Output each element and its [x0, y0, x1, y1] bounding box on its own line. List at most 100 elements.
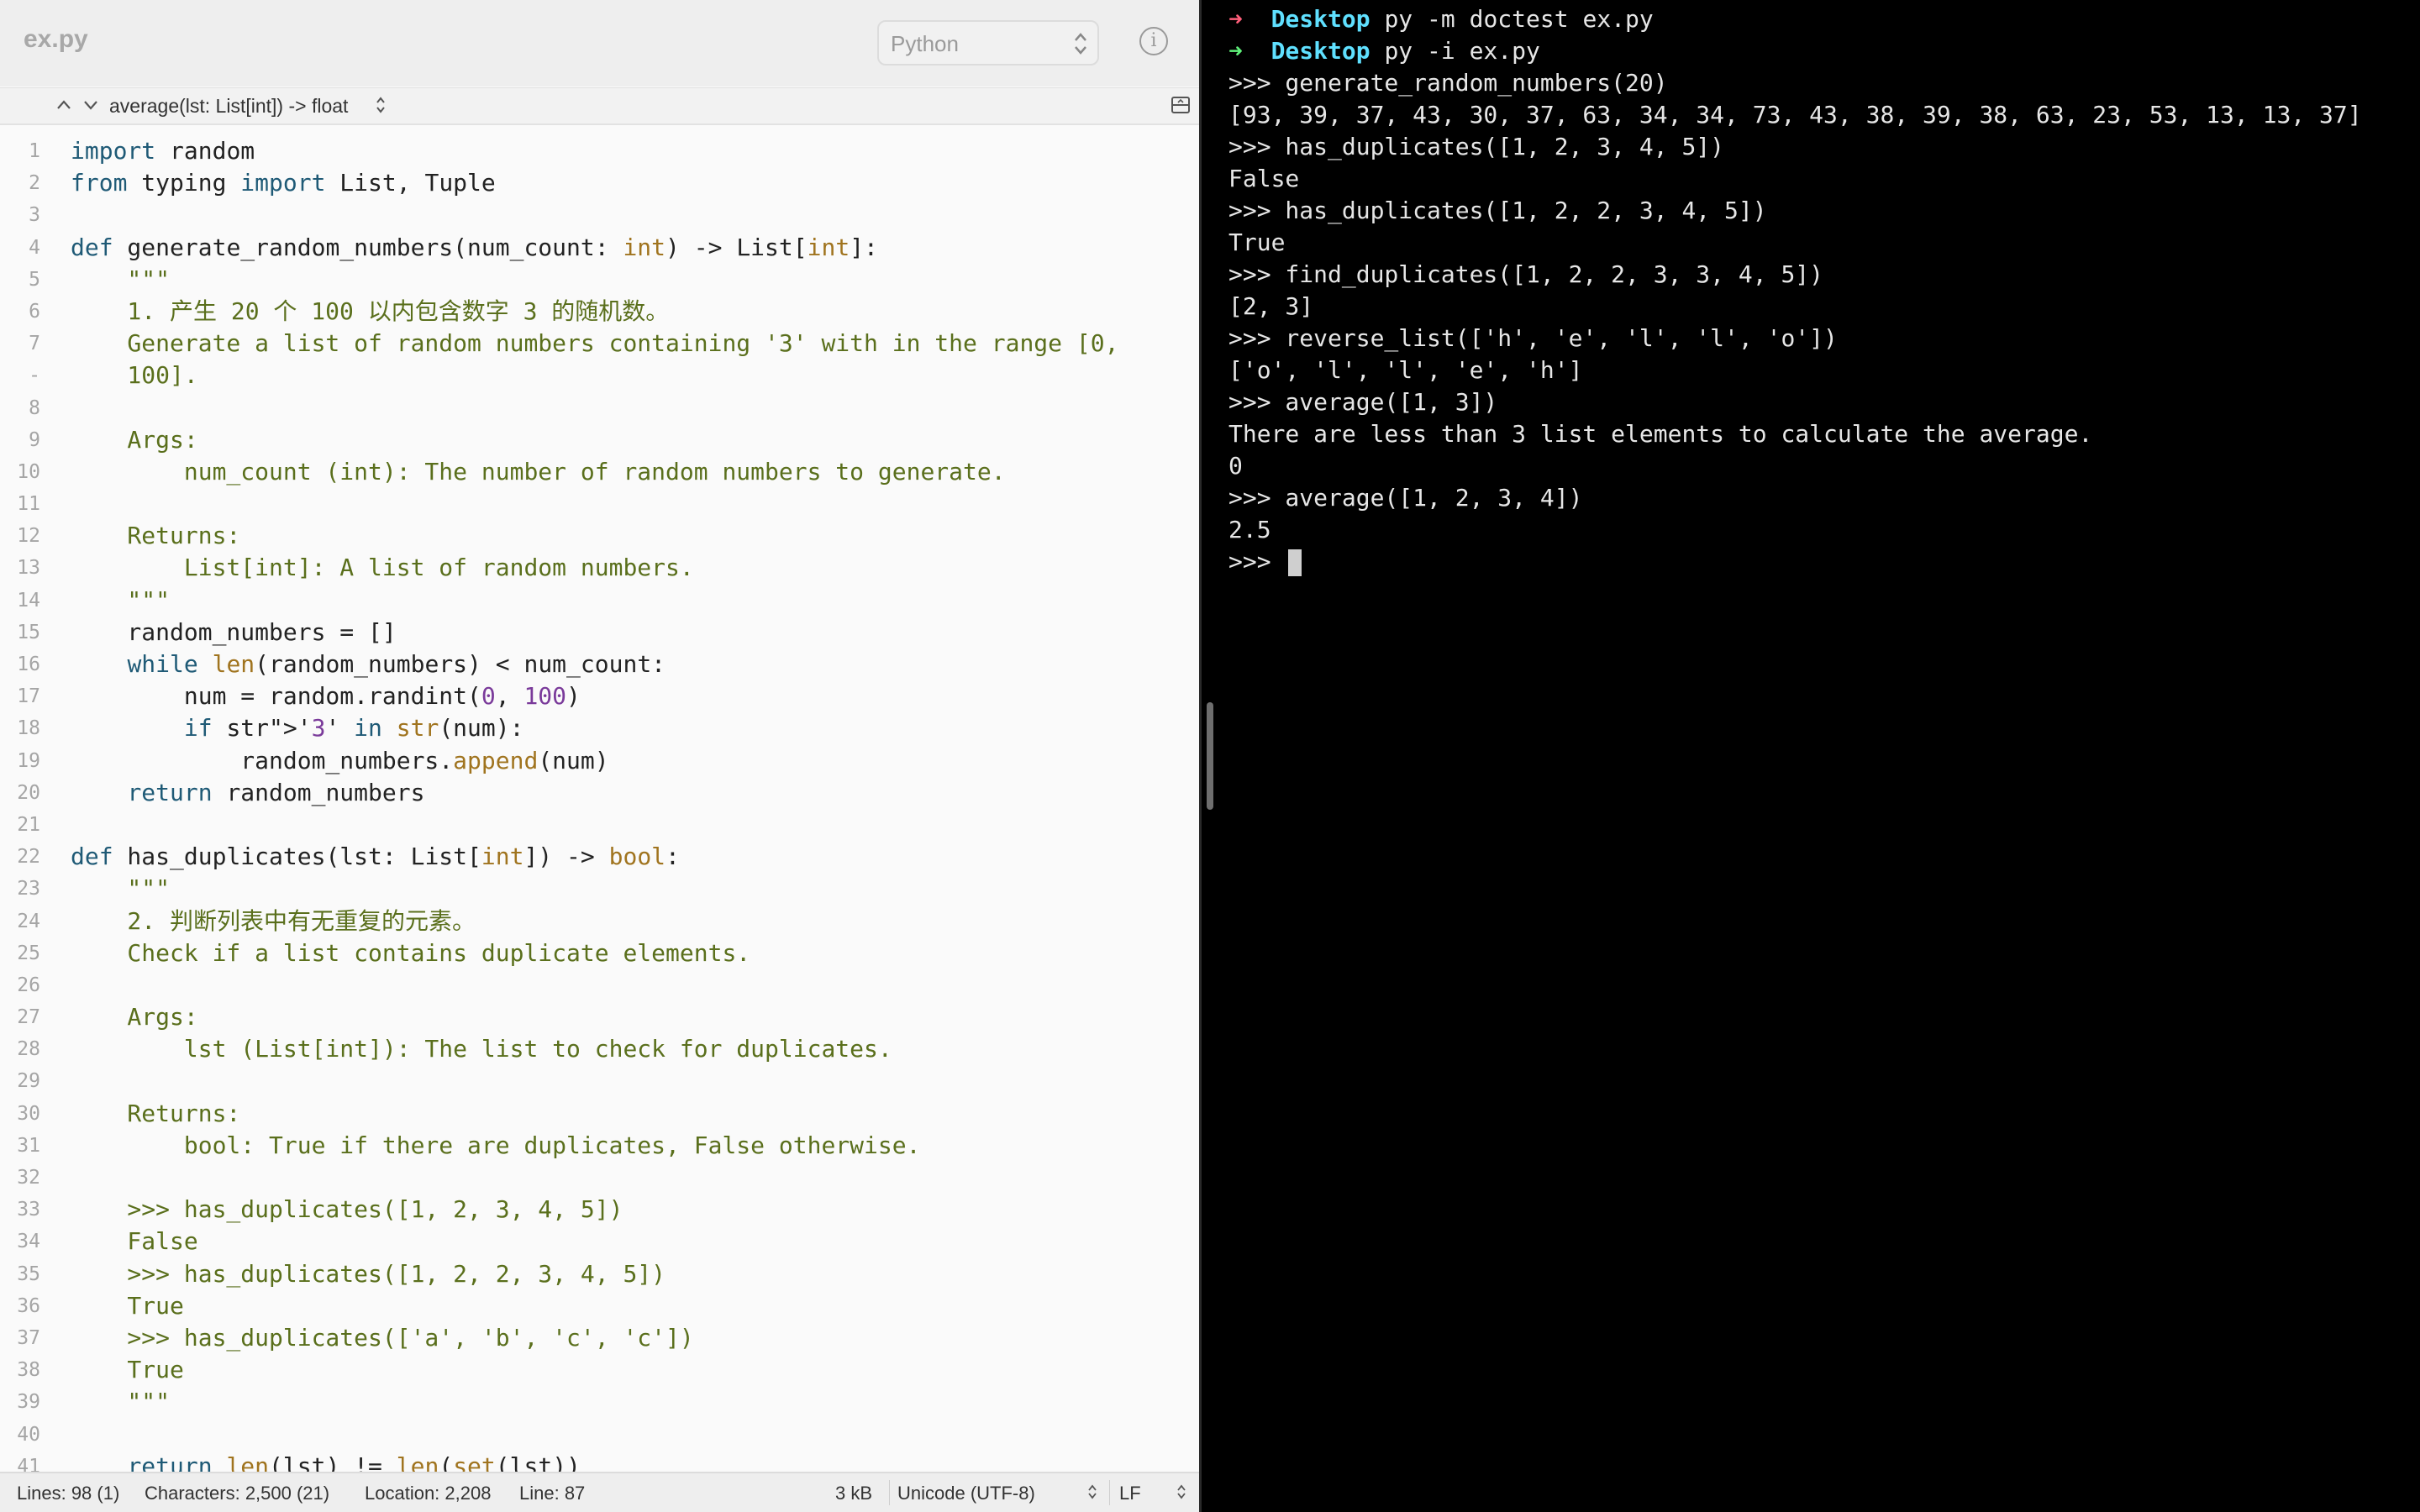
code-line[interactable]: 17 num = random.randint(0, 100)	[0, 680, 1199, 712]
line-number: 36	[17, 1294, 40, 1317]
line-number: 41	[17, 1455, 40, 1473]
code-text: random_numbers.append(num)	[71, 746, 609, 774]
code-line[interactable]: 40	[0, 1419, 1199, 1451]
code-line[interactable]: 39 """	[0, 1386, 1199, 1418]
terminal-line: 2.5	[1228, 516, 1271, 543]
code-line[interactable]: 3	[0, 199, 1199, 231]
code-line[interactable]: 38 True	[0, 1354, 1199, 1386]
line-number: 14	[17, 589, 40, 612]
line-number: 16	[17, 654, 40, 675]
code-line[interactable]: 31 bool: True if there are duplicates, F…	[0, 1130, 1199, 1162]
code-line[interactable]: 13 List[int]: A list of random numbers.	[0, 552, 1199, 584]
code-text: Check if a list contains duplicate eleme…	[71, 938, 751, 967]
code-line[interactable]: 18 if str">'3' in str(num):	[0, 712, 1199, 744]
line-number: 29	[17, 1070, 40, 1093]
status-line: Line: 87	[519, 1483, 586, 1504]
terminal-line: >>> has_duplicates([1, 2, 2, 3, 4, 5])	[1228, 197, 1767, 224]
chevron-up-icon[interactable]	[54, 95, 74, 115]
code-line[interactable]: 20 return random_numbers	[0, 777, 1199, 809]
language-select[interactable]: Python	[877, 20, 1099, 66]
code-line[interactable]: 34 False	[0, 1226, 1199, 1257]
code-text: num_count (int): The number of random nu…	[71, 457, 1006, 486]
line-number: 8	[29, 396, 40, 419]
code-text: Args:	[71, 425, 198, 454]
code-line[interactable]: 36 True	[0, 1290, 1199, 1322]
code-text: Returns:	[71, 1099, 241, 1127]
code-line[interactable]: 29	[0, 1065, 1199, 1097]
split-view-icon[interactable]	[1171, 95, 1191, 115]
code-text: False	[71, 1227, 198, 1256]
code-text: >>> has_duplicates(['a', 'b', 'c', 'c'])	[71, 1323, 694, 1352]
updown-arrows-icon	[1075, 33, 1086, 55]
code-text: >>> has_duplicates([1, 2, 2, 3, 4, 5])	[71, 1259, 666, 1288]
code-line[interactable]: 26	[0, 969, 1199, 1001]
status-divider	[1109, 1480, 1110, 1505]
line-number: 12	[17, 525, 40, 548]
navigation-bar: average(lst: List[int]) -> float	[0, 87, 1199, 125]
info-icon[interactable]: i	[1139, 27, 1168, 55]
prompt-arrow-icon: ➜	[1228, 37, 1271, 65]
shell-prompt-line: ➜ Desktop py -i ex.py	[1228, 35, 2362, 67]
terminal-line: >>> average([1, 2, 3, 4])	[1228, 484, 1583, 512]
line-number: 40	[17, 1423, 40, 1446]
code-line[interactable]: 23 """	[0, 873, 1199, 905]
code-line[interactable]: 7 Generate a list of random numbers cont…	[0, 328, 1199, 360]
line-number: 27	[17, 1006, 40, 1029]
code-line[interactable]: - 100].	[0, 360, 1199, 391]
line-number: 11	[17, 493, 40, 516]
code-line[interactable]: 5 """	[0, 264, 1199, 296]
code-line[interactable]: 22 def has_duplicates(lst: List[int]) -> …	[0, 841, 1199, 873]
code-text: True	[71, 1291, 184, 1320]
code-line[interactable]: 33 >>> has_duplicates([1, 2, 3, 4, 5])	[0, 1194, 1199, 1226]
code-line[interactable]: 11	[0, 488, 1199, 520]
code-line[interactable]: 15 random_numbers = []	[0, 617, 1199, 648]
code-line[interactable]: 14 """	[0, 585, 1199, 617]
code-line[interactable]: 10 num_count (int): The number of random…	[0, 456, 1199, 488]
code-editor[interactable]: 1 import random 2 from typing import List, …	[0, 135, 1199, 1473]
repl-input-line[interactable]: >>>	[1228, 546, 2362, 578]
line-ending-select[interactable]: LF	[1119, 1483, 1141, 1504]
line-number: 34	[17, 1231, 40, 1253]
code-line[interactable]: 1 import random	[0, 135, 1199, 167]
code-text: >>> has_duplicates([1, 2, 3, 4, 5])	[71, 1195, 623, 1224]
code-line[interactable]: 16 while len(random_numbers) < num_count…	[0, 648, 1199, 680]
prompt-directory: Desktop	[1270, 37, 1370, 65]
status-bar: Lines: 98 (1) Characters: 2,500 (21) Loc…	[0, 1472, 1199, 1512]
code-line[interactable]: 12 Returns:	[0, 520, 1199, 552]
encoding-select[interactable]: Unicode (UTF-8)	[897, 1483, 1035, 1504]
terminal-line: ['o', 'l', 'l', 'e', 'h']	[1228, 356, 1583, 384]
code-line[interactable]: 41 return len(lst) != len(set(lst))	[0, 1451, 1199, 1473]
code-line[interactable]: 4 def generate_random_numbers(num_count: …	[0, 232, 1199, 264]
code-text: lst (List[int]): The list to check for d…	[71, 1035, 892, 1063]
code-line[interactable]: 32	[0, 1162, 1199, 1194]
status-characters: Characters: 2,500 (21)	[145, 1483, 330, 1504]
code-line[interactable]: 30 Returns:	[0, 1098, 1199, 1130]
code-line[interactable]: 27 Args:	[0, 1001, 1199, 1033]
code-line[interactable]: 2 from typing import List, Tuple	[0, 167, 1199, 199]
scrollbar-thumb[interactable]	[1207, 702, 1213, 810]
code-text: while len(random_numbers) < num_count:	[127, 650, 666, 678]
terminal-line: 0	[1228, 452, 1243, 480]
terminal-line: [93, 39, 37, 43, 30, 37, 63, 34, 34, 73,…	[1228, 101, 2362, 129]
code-text: """	[71, 265, 171, 293]
code-line[interactable]: 19 random_numbers.append(num)	[0, 745, 1199, 777]
terminal-pane[interactable]: ➜ Desktop py -m doctest ex.py ➜ Desktop p…	[1202, 0, 2420, 1512]
code-line[interactable]: 21	[0, 809, 1199, 841]
shell-command: py -m doctest ex.py	[1370, 5, 1654, 33]
code-line[interactable]: 8	[0, 392, 1199, 424]
line-number: 30	[17, 1102, 40, 1125]
code-line[interactable]: 6 1. 产生 20 个 100 以内包含数字 3 的随机数。	[0, 296, 1199, 328]
function-navigator[interactable]: average(lst: List[int]) -> float	[109, 95, 348, 118]
code-line[interactable]: 25 Check if a list contains duplicate el…	[0, 937, 1199, 969]
line-number: 39	[17, 1391, 40, 1414]
code-line[interactable]: 9 Args:	[0, 424, 1199, 456]
file-title: ex.py	[24, 25, 88, 53]
code-line[interactable]: 37 >>> has_duplicates(['a', 'b', 'c', 'c…	[0, 1322, 1199, 1354]
code-line[interactable]: 24 2. 判断列表中有无重复的元素。	[0, 906, 1199, 937]
code-text: List[int]: A list of random numbers.	[71, 554, 694, 582]
terminal-line: >>> has_duplicates([1, 2, 3, 4, 5])	[1228, 133, 1725, 160]
code-line[interactable]: 35 >>> has_duplicates([1, 2, 2, 3, 4, 5]…	[0, 1258, 1199, 1290]
line-number: 17	[17, 685, 40, 708]
chevron-down-icon[interactable]	[81, 95, 101, 115]
code-line[interactable]: 28 lst (List[int]): The list to check fo…	[0, 1033, 1199, 1065]
